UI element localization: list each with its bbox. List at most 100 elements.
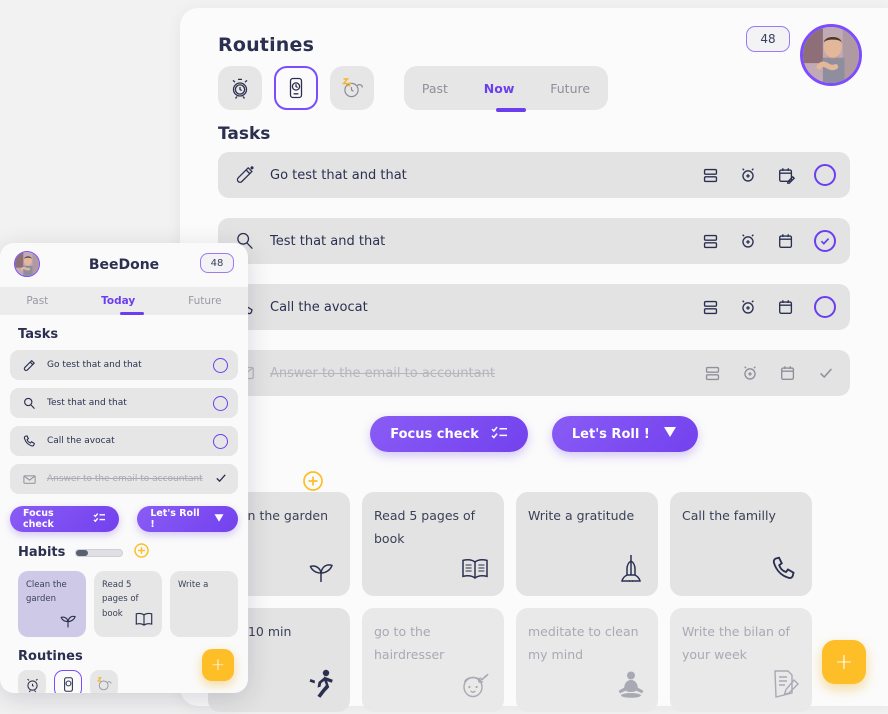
- mobile-tab-future[interactable]: Future: [188, 295, 221, 307]
- habit-label: Write a gratitude: [528, 508, 635, 523]
- mobile-task-toggle[interactable]: [213, 433, 228, 449]
- mobile-tab-today[interactable]: Today: [101, 295, 135, 307]
- lets-roll-button[interactable]: Let's Roll !: [551, 416, 698, 452]
- habit-card[interactable]: Call the familly: [670, 492, 812, 596]
- habit-label: Read 5 pages of book: [374, 508, 476, 547]
- task-row[interactable]: Call the avocat: [218, 284, 850, 330]
- alarm-add-icon[interactable]: [738, 297, 758, 317]
- task-label: Go test that and that: [270, 167, 407, 183]
- points-badge[interactable]: 48: [746, 26, 790, 52]
- open-book-icon: [458, 556, 492, 588]
- avatar[interactable]: [14, 251, 40, 277]
- mobile-task-toggle[interactable]: [214, 470, 228, 489]
- hairdresser-icon: [458, 670, 492, 704]
- routine-icon-snooze-clock[interactable]: [90, 670, 118, 693]
- alarm-add-icon[interactable]: [740, 363, 760, 383]
- mobile-habits-grid: Clean the garden Read 5 pages of book Wr…: [18, 571, 238, 637]
- task-label: Test that and that: [270, 233, 386, 249]
- habit-card[interactable]: Write a gratitude: [516, 492, 658, 596]
- time-range-tabs: Past Now Future: [404, 66, 608, 112]
- avatar[interactable]: [800, 24, 862, 86]
- task-complete-toggle[interactable]: [816, 363, 836, 383]
- alarm-add-icon[interactable]: [738, 231, 758, 251]
- mobile-add-button-fab[interactable]: +: [202, 649, 234, 681]
- envelope-icon: [20, 470, 38, 488]
- tab-active-indicator: [496, 108, 526, 112]
- mobile-task-toggle[interactable]: [213, 395, 228, 411]
- task-row[interactable]: Test that and that: [218, 218, 850, 264]
- focus-check-button[interactable]: Focus check: [370, 416, 528, 452]
- phone-icon: [768, 554, 800, 588]
- meditation-icon: [616, 670, 646, 704]
- task-row[interactable]: Go test that and that: [218, 152, 850, 198]
- task-complete-toggle[interactable]: [814, 164, 836, 186]
- mobile-focus-check-label: Focus check: [23, 508, 54, 530]
- subtask-icon[interactable]: [700, 165, 720, 185]
- mobile-task-label: Call the avocat: [47, 436, 115, 446]
- mobile-habit-card[interactable]: Write a: [170, 571, 238, 637]
- habit-label: Write the bilan of your week: [682, 624, 790, 663]
- subtask-icon[interactable]: [702, 363, 722, 383]
- magnifier-icon: [20, 394, 38, 412]
- chevron-down-icon: [213, 512, 225, 527]
- mobile-habit-label: Clean the garden: [26, 580, 67, 605]
- habits-grid: Clean the garden Read 5 pages of book Wr…: [208, 492, 812, 712]
- subtask-icon[interactable]: [700, 231, 720, 251]
- habit-card[interactable]: Read 5 pages of book: [362, 492, 504, 596]
- mobile-focus-check-button[interactable]: Focus check: [10, 506, 120, 532]
- mobile-habits-title: Habits: [18, 545, 66, 560]
- calendar-edit-icon[interactable]: [776, 231, 796, 251]
- mobile-habit-card[interactable]: Read 5 pages of book: [94, 571, 162, 637]
- task-complete-toggle[interactable]: [814, 296, 836, 318]
- calendar-edit-icon[interactable]: [778, 363, 798, 383]
- test-tube-icon: [20, 356, 38, 374]
- mobile-lets-roll-button[interactable]: Let's Roll !: [137, 506, 238, 532]
- calendar-edit-icon[interactable]: [776, 165, 796, 185]
- mobile-lets-roll-label: Let's Roll !: [150, 508, 200, 530]
- add-habit-button[interactable]: [133, 542, 150, 563]
- task-actions: [700, 230, 836, 252]
- subtask-icon[interactable]: [700, 297, 720, 317]
- tasks-heading: Tasks: [218, 124, 271, 144]
- habit-label: meditate to clean my mind: [528, 624, 639, 663]
- tab-future[interactable]: Future: [546, 79, 594, 98]
- mobile-habit-card[interactable]: Clean the garden: [18, 571, 86, 637]
- calendar-edit-icon[interactable]: [776, 297, 796, 317]
- mobile-points-badge[interactable]: 48: [200, 253, 234, 273]
- lets-roll-label: Let's Roll !: [571, 426, 650, 442]
- checklist-icon: [93, 512, 106, 526]
- routine-icon-alarm-clock[interactable]: [218, 66, 262, 110]
- mobile-habits-header: Habits: [18, 542, 238, 563]
- tab-past[interactable]: Past: [418, 79, 452, 98]
- routine-icon-alarm-clock[interactable]: [18, 670, 46, 693]
- alarm-add-icon[interactable]: [738, 165, 758, 185]
- mobile-tab-past[interactable]: Past: [26, 295, 48, 307]
- habit-card[interactable]: Write the bilan of your week: [670, 608, 812, 712]
- add-habit-button[interactable]: [302, 470, 324, 492]
- add-button-fab[interactable]: +: [822, 640, 866, 684]
- mobile-task-label: Answer to the email to accountant: [47, 474, 203, 484]
- task-row[interactable]: Answer to the email to accountant: [218, 350, 850, 396]
- habit-card[interactable]: meditate to clean my mind: [516, 608, 658, 712]
- checklist-icon: [491, 425, 508, 444]
- routine-icon-mobile[interactable]: [54, 670, 82, 693]
- tab-now[interactable]: Now: [480, 79, 519, 98]
- mobile-task-row[interactable]: Answer to the email to accountant: [10, 464, 238, 494]
- mobile-header: BeeDone 48: [0, 243, 248, 287]
- habit-label: go to the hairdresser: [374, 624, 445, 663]
- mobile-task-row[interactable]: Call the avocat: [10, 426, 238, 456]
- mobile-tabs: Past Today Future: [0, 287, 248, 315]
- mobile-task-row[interactable]: Go test that and that: [10, 350, 238, 380]
- mobile-task-toggle[interactable]: [213, 357, 228, 373]
- habit-card[interactable]: go to the hairdresser: [362, 608, 504, 712]
- routine-icon-mobile[interactable]: [274, 66, 318, 110]
- routine-icon-snooze-clock[interactable]: [330, 66, 374, 110]
- sprout-icon: [57, 609, 79, 633]
- task-label: Answer to the email to accountant: [270, 365, 495, 381]
- habit-label: Call the familly: [682, 508, 776, 523]
- mobile-tasks-heading: Tasks: [18, 327, 59, 342]
- sprout-icon: [304, 554, 338, 588]
- mobile-task-row[interactable]: Test that and that: [10, 388, 238, 418]
- notepad-edit-icon: [768, 668, 800, 704]
- task-complete-toggle[interactable]: [814, 230, 836, 252]
